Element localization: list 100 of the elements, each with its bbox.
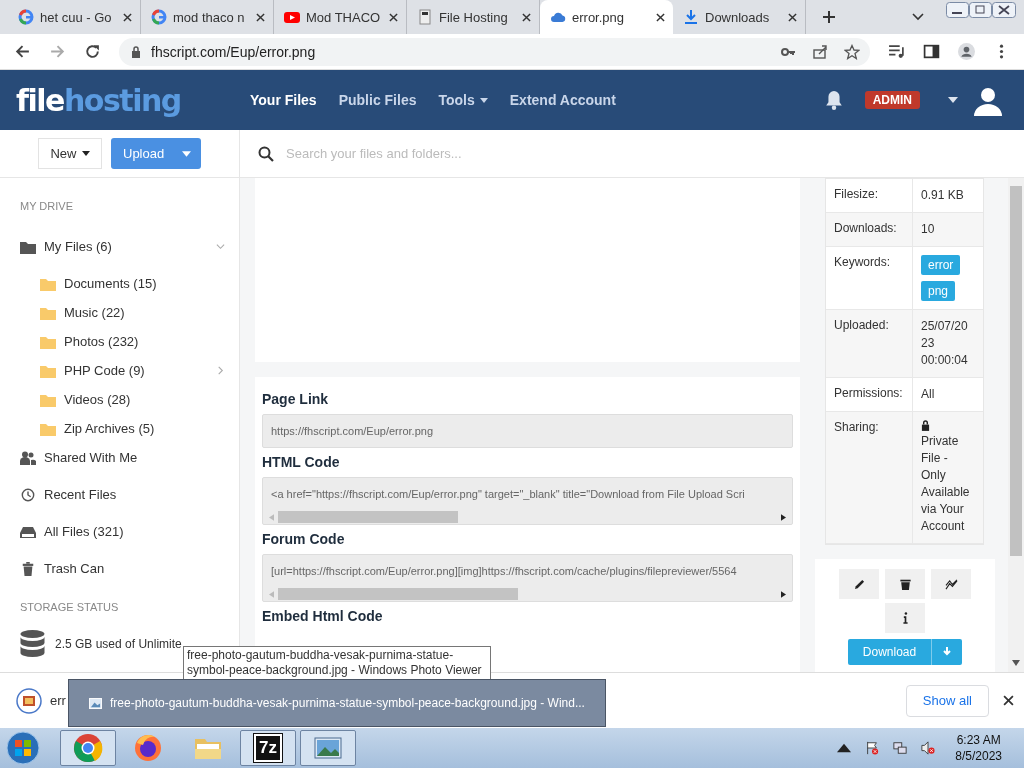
new-button[interactable]: New [38, 138, 102, 169]
table-cell: Permissions: [826, 378, 913, 411]
nav-link[interactable]: Public Files [338, 92, 417, 108]
bell-icon[interactable] [824, 90, 843, 110]
pencil-icon [853, 578, 865, 590]
lock-icon [131, 45, 141, 58]
close-icon[interactable] [788, 12, 797, 22]
star-icon[interactable] [844, 43, 860, 60]
delete-button[interactable] [885, 569, 925, 599]
firefox-icon [133, 733, 163, 763]
admin-badge: ADMIN [864, 91, 920, 109]
trash-icon [20, 561, 36, 576]
reload-icon[interactable] [84, 43, 101, 60]
drive-icon [20, 524, 36, 539]
field-label: HTML Code [262, 454, 341, 470]
show-hidden-icon[interactable] [837, 741, 852, 755]
folder-item[interactable]: Videos (28) [20, 385, 239, 414]
network-icon[interactable] [893, 741, 908, 755]
close-icon[interactable] [1003, 695, 1014, 706]
sidebar-item[interactable]: All Files (321) [20, 517, 239, 546]
browser-tab[interactable]: Downloads [673, 0, 806, 34]
close-icon[interactable] [656, 12, 665, 22]
scroll-bar[interactable] [1008, 178, 1024, 672]
info-icon [902, 612, 908, 624]
sidebar-item[interactable]: Shared With Me [20, 443, 239, 472]
share-icon[interactable] [812, 43, 828, 60]
folder-item[interactable]: Photos (232) [20, 327, 239, 356]
show-all-button[interactable]: Show all [905, 684, 989, 717]
table-cell-text: 25/07/2023 00:00:04 [920, 318, 969, 369]
window-preview[interactable]: free-photo-gautum-buddha-vesak-purnima-statue-symbol-peace-background.jpg - Wind... [68, 679, 606, 727]
browser-tab[interactable]: Mod THACO [274, 0, 407, 34]
start-button[interactable] [6, 731, 40, 765]
download-item[interactable]: err [50, 693, 66, 708]
tooltip: free-photo-gautum-buddha-vesak-purnima-statue-symbol-peace-background.jpg - Windows Photo Viewer [183, 646, 491, 680]
google-icon [18, 9, 34, 25]
volume-muted-icon[interactable] [921, 741, 936, 755]
media-icon[interactable] [888, 43, 905, 60]
profile-icon[interactable] [958, 43, 975, 60]
caret-icon [182, 150, 191, 157]
browser-tab[interactable]: error.png [540, 0, 673, 34]
site-logo[interactable]: filehosting [16, 82, 250, 118]
section-heading: MY DRIVE [20, 200, 74, 212]
folder-icon [40, 421, 56, 436]
browser-tab[interactable]: het cuu - Go [8, 0, 141, 34]
close-icon[interactable] [522, 12, 531, 22]
stats-button[interactable] [931, 569, 971, 599]
chrome-icon [73, 733, 103, 763]
folder-icon [20, 239, 36, 254]
clock-date[interactable]: 8/5/2023 [955, 748, 1002, 764]
folder-item[interactable]: Documents (15) [20, 269, 239, 298]
code-field[interactable]: [url=https://fhscript.com/Eup/error.png][img]https://fhscript.com/cache/plugins/filepreviewer/5564 [262, 554, 793, 602]
table-cell-text: 0.91 KB [920, 187, 965, 204]
storage-text: 2.5 GB used of Unlimite [55, 637, 182, 651]
side-panel-icon[interactable] [923, 43, 940, 60]
sidebar-item[interactable]: Trash Can [20, 554, 239, 583]
close-icon[interactable] [123, 12, 132, 22]
edit-button[interactable] [839, 569, 879, 599]
folder-item[interactable]: Music (22) [20, 298, 239, 327]
back-icon[interactable] [14, 43, 31, 60]
flag-icon[interactable] [865, 741, 880, 755]
folder-icon [40, 363, 56, 378]
users-icon [20, 450, 36, 465]
field-label: Page Link [262, 391, 330, 407]
download-icon [683, 9, 699, 25]
close-icon[interactable] [256, 12, 265, 22]
taskbar-app[interactable]: 7z [240, 730, 296, 766]
folder-item[interactable]: Zip Archives (5) [20, 414, 239, 443]
caret-icon[interactable] [948, 97, 958, 103]
browser-tab[interactable]: mod thaco n [141, 0, 274, 34]
image-file-icon[interactable] [16, 687, 42, 714]
google-icon [151, 9, 167, 25]
chevron-icon[interactable] [912, 13, 924, 21]
clock-time[interactable]: 6:23 AM [956, 732, 1001, 748]
archiver-icon: 7z [254, 734, 282, 762]
folder-icon [40, 276, 56, 291]
code-field[interactable]: https://fhscript.com/Eup/error.png [262, 414, 793, 448]
browser-tab[interactable]: File Hosting [407, 0, 540, 34]
folder-icon [40, 392, 56, 407]
database-icon [20, 630, 45, 658]
address-field[interactable]: fhscript.com/Eup/error.png [119, 37, 870, 66]
page-icon [417, 9, 433, 25]
window-controls[interactable] [946, 2, 1016, 18]
table-cell: Sharing: [826, 412, 913, 543]
sidebar-item[interactable]: My Files (6) [20, 232, 239, 261]
close-icon[interactable] [389, 12, 398, 22]
new-tab-icon[interactable] [822, 10, 836, 24]
sidebar-item[interactable]: Recent Files [20, 480, 239, 509]
taskbar-app[interactable] [300, 730, 356, 766]
table-cell: Keywords: [826, 247, 913, 309]
code-field[interactable]: <a href="https://fhscript.com/Eup/error.png" target="_blank" title="Download from File Upload Scri [262, 477, 793, 525]
folder-item[interactable]: PHP Code (9) [20, 356, 239, 385]
nav-link[interactable]: Tools [438, 92, 488, 108]
nav-link[interactable]: Your Files [250, 92, 317, 108]
clock-icon [20, 487, 36, 502]
table-cell: Downloads: [826, 213, 913, 246]
nav-link[interactable]: Extend Account [509, 92, 616, 108]
folder-icon [40, 334, 56, 349]
taskbar-app[interactable] [60, 730, 116, 766]
section-heading: STORAGE STATUS [20, 601, 120, 613]
table-cell: Filesize: [826, 179, 913, 212]
